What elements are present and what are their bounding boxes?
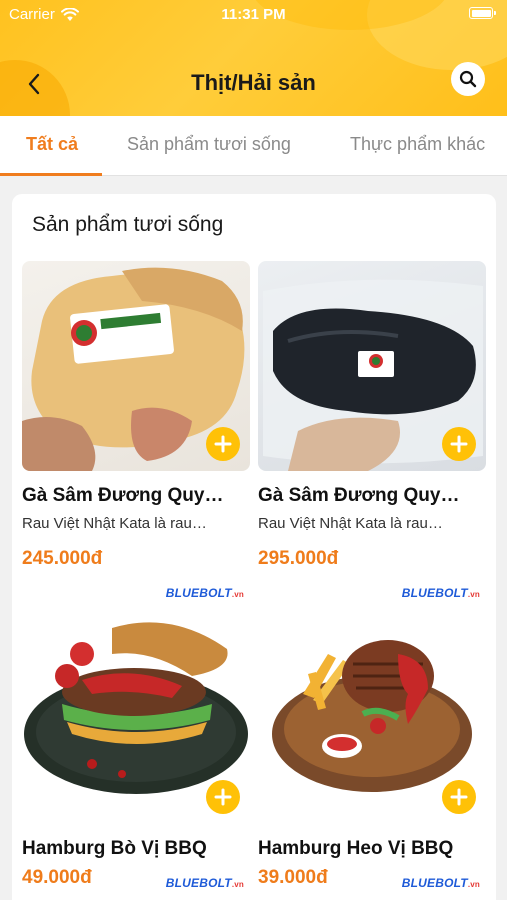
product-name: Hamburg Heo Vị BBQ (258, 838, 454, 859)
plus-icon (214, 788, 232, 806)
category-tabs: Tất cả Sản phẩm tươi sống Thực phẩm khác (0, 116, 507, 176)
product-price: 295.000đ (258, 548, 339, 569)
product-name: Gà Sâm Đương Quy… (258, 485, 460, 506)
tab-all[interactable]: Tất cả (26, 134, 78, 155)
search-button[interactable] (451, 62, 485, 96)
add-to-cart-button[interactable] (206, 780, 240, 814)
add-to-cart-button[interactable] (442, 780, 476, 814)
tab-fresh-products[interactable]: Sản phẩm tươi sống (127, 134, 291, 155)
product-name: Gà Sâm Đương Quy… (22, 485, 224, 506)
status-bar: Carrier 11:31 PM (0, 0, 507, 28)
app-header: Carrier 11:31 PM Thịt/Hải sản (0, 0, 507, 116)
product-price: 49.000đ (22, 867, 92, 888)
battery-icon (469, 7, 496, 19)
add-to-cart-button[interactable] (206, 427, 240, 461)
product-description: Rau Việt Nhật Kata là rau… (22, 515, 207, 532)
section-title: Sản phẩm tươi sống (32, 213, 224, 236)
active-tab-indicator (0, 173, 102, 176)
product-name: Hamburg Bò Vị BBQ (22, 838, 207, 859)
product-section: Sản phẩm tươi sống Gà Sâm Đương Quy… Rau… (12, 194, 496, 900)
product-price: 39.000đ (258, 867, 328, 888)
product-price: 245.000đ (22, 548, 103, 569)
add-to-cart-button[interactable] (442, 427, 476, 461)
search-icon (459, 70, 477, 88)
product-description: Rau Việt Nhật Kata là rau… (258, 515, 443, 532)
plus-icon (450, 788, 468, 806)
plus-icon (450, 435, 468, 453)
brand-logo: BLUEBOLT.vn (401, 876, 480, 890)
tab-other-foods[interactable]: Thực phẩm khác (350, 134, 485, 155)
status-time: 11:31 PM (221, 6, 286, 23)
brand-logo: BLUEBOLT.vn (165, 586, 244, 600)
brand-logo: BLUEBOLT.vn (401, 586, 480, 600)
page-title: Thịt/Hải sản (191, 70, 316, 95)
brand-logo: BLUEBOLT.vn (165, 876, 244, 890)
plus-icon (214, 435, 232, 453)
